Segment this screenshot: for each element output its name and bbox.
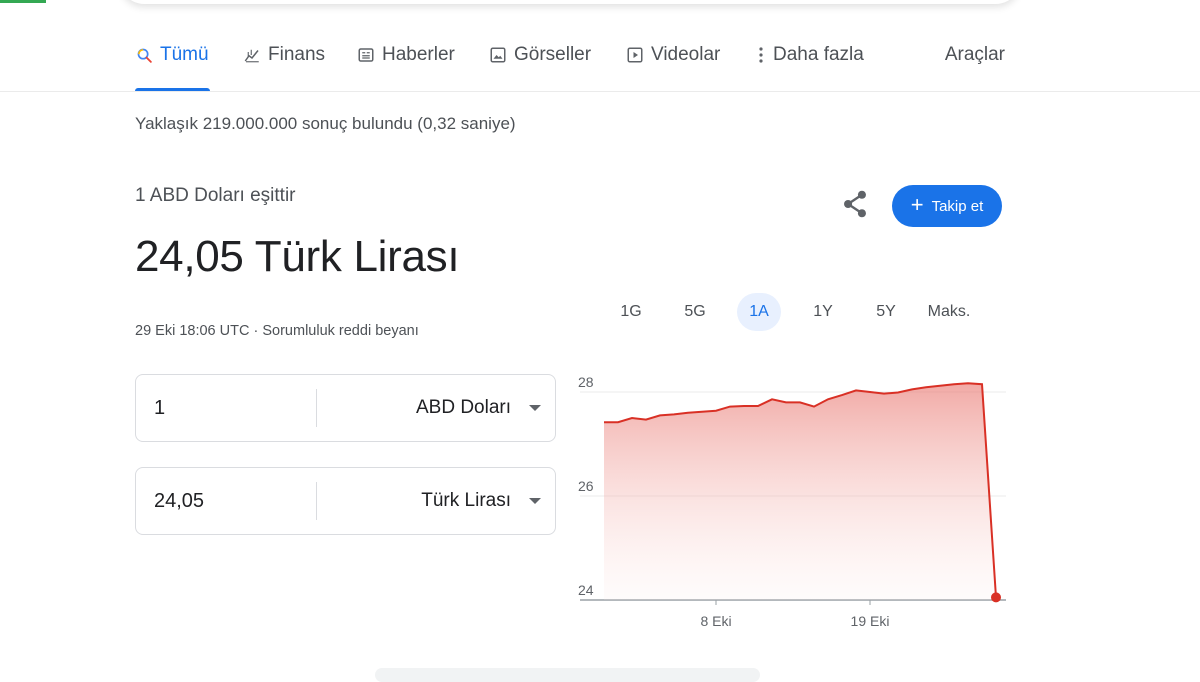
search-icon [135,46,153,64]
tab-images[interactable]: Görseller [489,44,591,66]
tab-label: Videolar [651,44,721,65]
timestamp-line: 29 Eki 18:06 UTC · Sorumluluk reddi beya… [135,323,419,339]
news-icon [357,46,375,64]
tab-label: Görseller [514,44,592,65]
tab-more[interactable]: Daha fazla [756,44,864,66]
to-currency-select[interactable]: Türk Lirası [317,490,555,512]
finance-icon [243,46,261,64]
result-stats: Yaklaşık 219.000.000 sonuç bulundu (0,32… [135,114,516,133]
tabs-divider [0,91,1200,92]
range-1a[interactable]: 1A [737,293,781,331]
tab-label: Tümü [160,44,209,65]
tab-label: Finans [268,44,326,65]
range-max[interactable]: Maks. [922,293,976,331]
from-amount-input[interactable] [136,395,316,421]
equals-label: 1 ABD Doları eşittir [135,185,296,206]
tools-button[interactable]: Araçlar [945,44,1005,66]
separator-dot: · [253,323,259,339]
dropdown-arrow-icon [529,405,541,411]
chart-endpoint-dot [991,592,1001,603]
share-button[interactable] [838,189,872,223]
range-1y[interactable]: 1Y [805,293,841,331]
from-currency-box: ABD Doları [135,374,556,442]
tab-label: Daha fazla [773,44,864,65]
tab-label: Haberler [382,44,455,65]
share-icon [841,189,869,224]
follow-button[interactable]: + Takip et [892,185,1002,227]
from-currency-select[interactable]: ABD Doları [317,397,555,419]
images-icon [489,46,507,64]
x-tick-label: 8 Eki [700,613,731,629]
exchange-rate-chart: 28 26 24 8 Eki 19 Eki [578,374,1006,629]
tab-finance[interactable]: Finans [243,44,325,66]
corner-accent [0,0,46,3]
to-currency-label: Türk Lirası [421,490,511,511]
range-5y[interactable]: 5Y [868,293,904,331]
y-tick-label: 26 [578,478,594,494]
y-tick-label: 28 [578,374,594,390]
tab-videos[interactable]: Videolar [626,44,720,66]
dropdown-arrow-icon [529,498,541,504]
x-tick-label: 19 Eki [851,613,890,629]
range-1g[interactable]: 1G [613,293,649,331]
converted-value: 24,05 Türk Lirası [135,232,460,281]
tab-news[interactable]: Haberler [357,44,455,66]
to-currency-box: Türk Lirası [135,467,556,535]
search-tabs: Tümü Finans Haberler Görseller Videolar … [135,44,1005,92]
range-5g[interactable]: 5G [677,293,713,331]
video-icon [626,46,644,64]
next-result-card-edge [375,668,760,682]
plus-icon: + [910,192,924,217]
more-vert-icon [756,46,766,64]
to-amount-input[interactable] [136,488,316,514]
timestamp: 29 Eki 18:06 UTC [135,323,250,339]
chart-range-tabs: 1G 5G 1A 1Y 5Y Maks. [600,293,1000,333]
follow-label: Takip et [931,197,984,215]
y-tick-label: 24 [578,582,594,598]
disclaimer-link[interactable]: Sorumluluk reddi beyanı [262,323,418,339]
search-box-bottom [120,0,1020,4]
from-currency-label: ABD Doları [415,397,511,418]
tab-all[interactable]: Tümü [135,44,209,66]
